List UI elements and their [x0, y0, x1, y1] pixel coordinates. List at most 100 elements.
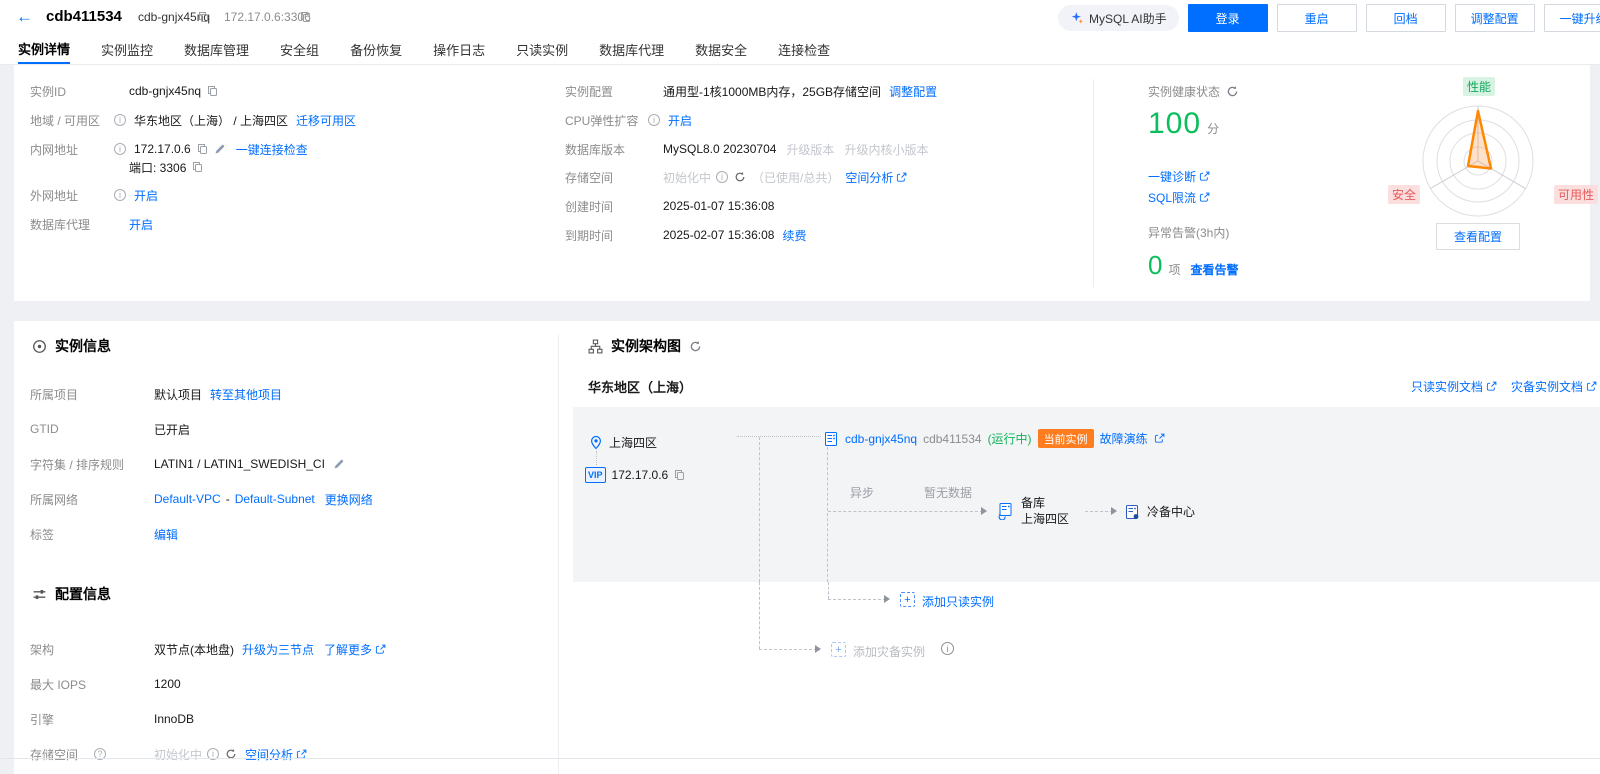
info-icon[interactable] — [716, 171, 728, 183]
adjust-config-button[interactable]: 调整配置 — [1455, 4, 1535, 32]
refresh-icon[interactable] — [734, 171, 746, 183]
one-click-upgrade-button[interactable]: 一键升级 NEW — [1544, 4, 1600, 32]
adjust-config-link[interactable]: 调整配置 — [889, 83, 937, 100]
upgrade-three-node-link[interactable]: 升级为三节点 — [242, 641, 314, 658]
tab-instance-monitor[interactable]: 实例监控 — [101, 34, 153, 64]
info-icon[interactable] — [114, 189, 126, 201]
back-arrow-icon[interactable]: ← — [16, 7, 33, 27]
restart-button[interactable]: 重启 — [1277, 4, 1357, 32]
tab-backup-restore[interactable]: 备份恢复 — [350, 34, 402, 64]
sql-throttle-link[interactable]: SQL限流 — [1148, 189, 1196, 206]
divider — [558, 335, 559, 774]
ai-assistant-label: MySQL AI助手 — [1089, 10, 1167, 27]
learn-more-link[interactable]: 了解更多 — [324, 641, 372, 658]
project-value: 默认项目 — [154, 386, 202, 403]
info-icon[interactable] — [648, 114, 660, 126]
refresh-icon[interactable] — [1226, 85, 1239, 98]
connector — [737, 436, 821, 437]
copy-icon[interactable] — [198, 11, 209, 23]
info-icon[interactable] — [114, 143, 126, 155]
private-net-label: 内网地址 — [30, 141, 114, 158]
info-icon[interactable] — [114, 114, 126, 126]
copy-icon[interactable] — [197, 143, 208, 155]
engine-value: InnoDB — [154, 712, 194, 726]
ai-sparkle-icon — [1070, 11, 1084, 25]
mysql-ai-assistant-button[interactable]: MySQL AI助手 — [1058, 5, 1179, 31]
public-net-label: 外网地址 — [30, 187, 114, 204]
add-dr-plus-icon[interactable] — [831, 642, 846, 657]
standby-name: 备库 — [1021, 496, 1045, 510]
view-alarm-link[interactable]: 查看告警 — [1190, 261, 1238, 278]
enable-cpu-scale-link[interactable]: 开启 — [668, 112, 692, 129]
connector — [1085, 511, 1113, 512]
info-icon[interactable] — [941, 642, 954, 655]
external-link-icon — [1586, 381, 1597, 392]
subnet-link[interactable]: Default-Subnet — [235, 492, 315, 506]
tab-connection-check[interactable]: 连接检查 — [778, 34, 830, 64]
tab-instance-detail[interactable]: 实例详情 — [18, 34, 70, 64]
instance-detail-card: 实例信息 所属项目 默认项目 转至其他项目 GTID 已开启 字符集 / 排序规… — [14, 321, 1600, 774]
upgrade-minor-version-link[interactable]: 升级内核小版本 — [844, 141, 928, 158]
version-label: 数据库版本 — [565, 141, 663, 158]
dr-doc-link[interactable]: 灾备实例文档 — [1511, 378, 1583, 395]
edit-tag-link[interactable]: 编辑 — [154, 526, 178, 543]
copy-icon[interactable] — [300, 11, 311, 23]
copy-icon[interactable] — [674, 469, 685, 481]
private-ip-value: 172.17.0.6 — [134, 142, 191, 156]
change-network-link[interactable]: 更换网络 — [325, 491, 373, 508]
enable-public-net-link[interactable]: 开启 — [134, 187, 158, 204]
one-click-diagnose-link[interactable]: 一键诊断 — [1148, 168, 1196, 185]
edit-pencil-icon[interactable] — [333, 458, 345, 470]
config-info-icon — [32, 587, 47, 602]
main-instance-name-link[interactable]: cdb-gnjx45nq — [845, 432, 917, 446]
connection-check-link[interactable]: 一键连接检查 — [236, 141, 308, 158]
tab-readonly-instance[interactable]: 只读实例 — [516, 34, 568, 64]
instance-id-label: 实例ID — [30, 83, 129, 100]
main-instance-status: (运行中) — [988, 430, 1032, 447]
alarm-count: 0 — [1148, 250, 1162, 281]
radar-rings — [1398, 81, 1558, 241]
tab-database-proxy[interactable]: 数据库代理 — [599, 34, 664, 64]
divider — [0, 758, 1600, 759]
upgrade-version-link[interactable]: 升级版本 — [786, 141, 834, 158]
rollback-button[interactable]: 回档 — [1366, 4, 1446, 32]
copy-icon[interactable] — [192, 161, 203, 173]
vpc-link[interactable]: Default-VPC — [154, 492, 221, 506]
migrate-az-link[interactable]: 迁移可用区 — [296, 112, 356, 129]
alarm-unit: 项 — [1168, 261, 1180, 278]
external-link-icon — [1199, 192, 1210, 203]
tab-data-security[interactable]: 数据安全 — [695, 34, 747, 64]
renew-link[interactable]: 续费 — [782, 227, 806, 244]
space-analysis-link[interactable]: 空间分析 — [845, 169, 893, 186]
tab-database-management[interactable]: 数据库管理 — [184, 34, 249, 64]
login-button[interactable]: 登录 — [1188, 4, 1268, 32]
sync-delay: 暂无数据 — [924, 484, 972, 501]
arch-label: 架构 — [30, 641, 154, 658]
refresh-icon[interactable] — [689, 340, 702, 353]
view-config-button[interactable]: 查看配置 — [1436, 223, 1520, 250]
tab-security-group[interactable]: 安全组 — [280, 34, 319, 64]
network-separator: - — [226, 492, 230, 506]
connector — [827, 447, 828, 582]
external-link-icon — [1199, 171, 1210, 182]
radar-axis-performance: 性能 — [1463, 77, 1495, 96]
edit-pencil-icon[interactable] — [214, 143, 226, 155]
enable-proxy-link[interactable]: 开启 — [129, 216, 153, 233]
external-link-icon — [1154, 433, 1165, 444]
add-dr-label: 添加灾备实例 — [853, 643, 925, 660]
readonly-doc-link[interactable]: 只读实例文档 — [1411, 378, 1483, 395]
tab-operation-log[interactable]: 操作日志 — [433, 34, 485, 64]
storage-label: 存储空间 — [565, 169, 663, 186]
move-project-link[interactable]: 转至其他项目 — [210, 386, 282, 403]
space-analysis-link[interactable]: 空间分析 — [245, 746, 293, 763]
storage2-status: 初始化中 — [154, 746, 202, 763]
add-readonly-link[interactable]: 添加只读实例 — [922, 593, 994, 610]
architecture-diagram-panel: 上海四区 VIP 172.17.0.6 cdb-gnjx45nq cdb4115… — [573, 407, 1600, 582]
add-readonly-plus-icon[interactable] — [900, 592, 915, 607]
copy-icon[interactable] — [207, 85, 218, 97]
iops-value: 1200 — [154, 677, 181, 691]
region-label: 地域 / 可用区 — [30, 112, 114, 129]
connector — [828, 582, 829, 599]
storage-status: 初始化中 — [663, 169, 711, 186]
fault-drill-link[interactable]: 故障演练 — [1100, 430, 1148, 447]
